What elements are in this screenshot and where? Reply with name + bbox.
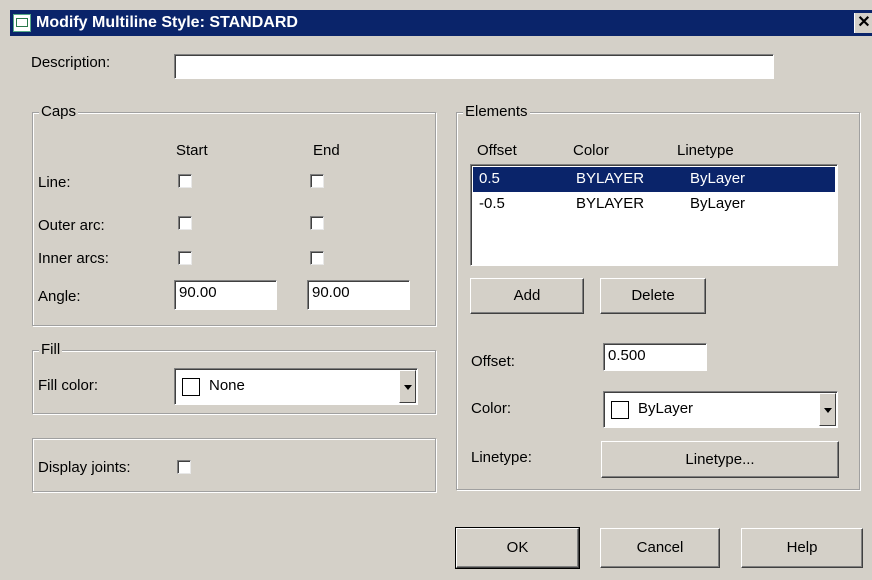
cancel-button[interactable]: Cancel (600, 528, 720, 568)
column-offset[interactable]: Offset (477, 142, 517, 159)
caps-angle-label: Angle: (38, 288, 81, 305)
caps-inner-arcs-label: Inner arcs: (38, 250, 109, 267)
offset-input[interactable]: 0.500 (603, 343, 707, 371)
column-color[interactable]: Color (573, 142, 609, 159)
fill-legend: Fill (39, 341, 63, 358)
fill-color-swatch (182, 378, 200, 396)
element-color: BYLAYER (576, 170, 645, 187)
offset-label: Offset: (471, 353, 515, 370)
angle-start-input[interactable]: 90.00 (174, 280, 277, 310)
dialog-body: Description: Caps Start End Line: Outer … (10, 36, 872, 580)
inner-arcs-start-checkbox[interactable] (178, 251, 192, 265)
color-label: Color: (471, 400, 512, 417)
elements-legend: Elements (463, 103, 530, 120)
color-swatch (611, 401, 629, 419)
title-bar[interactable]: Modify Multiline Style: STANDARD ✕ (10, 10, 872, 36)
elements-list[interactable]: 0.5 BYLAYER ByLayer -0.5 BYLAYER ByLayer (470, 164, 838, 266)
ok-button[interactable]: OK (455, 527, 580, 569)
description-label: Description: (31, 54, 111, 71)
inner-arcs-end-checkbox[interactable] (310, 251, 324, 265)
element-linetype: ByLayer (690, 195, 746, 212)
caps-line-label: Line: (38, 174, 71, 191)
outer-arc-start-checkbox[interactable] (178, 216, 192, 230)
fill-color-value: None (209, 377, 245, 394)
close-button[interactable]: ✕ (854, 13, 872, 33)
delete-button[interactable]: Delete (600, 278, 706, 314)
color-value: ByLayer (638, 400, 694, 417)
element-offset: -0.5 (479, 195, 505, 212)
outer-arc-end-checkbox[interactable] (310, 216, 324, 230)
linetype-label: Linetype: (471, 449, 532, 466)
line-start-checkbox[interactable] (178, 174, 192, 188)
column-linetype[interactable]: Linetype (677, 142, 734, 159)
caps-end-header: End (313, 142, 340, 159)
list-item[interactable]: 0.5 BYLAYER ByLayer (473, 167, 835, 192)
angle-end-input[interactable]: 90.00 (307, 280, 410, 310)
element-linetype: ByLayer (690, 170, 746, 187)
element-offset: 0.5 (479, 170, 500, 187)
help-button[interactable]: Help (741, 528, 863, 568)
caps-start-header: Start (176, 142, 208, 159)
display-joints-label: Display joints: (38, 459, 131, 476)
list-item[interactable]: -0.5 BYLAYER ByLayer (473, 192, 835, 217)
window-title: Modify Multiline Style: STANDARD (36, 14, 298, 31)
app-icon (13, 14, 31, 32)
chevron-down-icon[interactable] (399, 370, 416, 403)
add-button[interactable]: Add (470, 278, 584, 314)
description-input[interactable] (174, 54, 774, 79)
display-joints-checkbox[interactable] (177, 460, 191, 474)
line-end-checkbox[interactable] (310, 174, 324, 188)
caps-legend: Caps (39, 103, 79, 120)
caps-outer-arc-label: Outer arc: (38, 217, 105, 234)
element-color: BYLAYER (576, 195, 645, 212)
color-dropdown[interactable]: ByLayer (603, 391, 838, 428)
fill-color-dropdown[interactable]: None (174, 368, 418, 405)
chevron-down-icon[interactable] (819, 393, 836, 426)
fill-color-label: Fill color: (38, 377, 99, 394)
linetype-button[interactable]: Linetype... (601, 441, 839, 478)
